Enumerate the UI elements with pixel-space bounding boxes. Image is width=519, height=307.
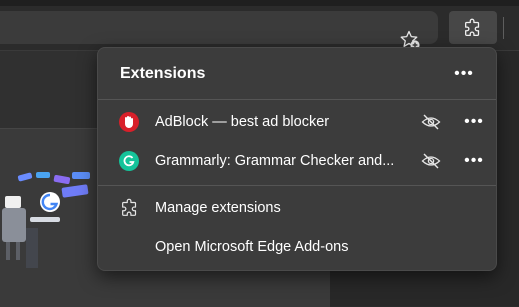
extensions-flyout: Extensions ••• AdBlock — best ad blocker… [97, 47, 497, 271]
eye-off-icon [421, 114, 441, 130]
extension-more-options-button[interactable]: ••• [460, 109, 488, 135]
extension-more-options-button[interactable]: ••• [460, 148, 488, 174]
open-edge-addons-item[interactable]: Open Microsoft Edge Add-ons [98, 228, 496, 266]
hide-from-toolbar-button[interactable] [417, 148, 445, 174]
flyout-more-options-button[interactable]: ••• [450, 61, 478, 87]
promo-illustration [2, 172, 90, 268]
grammarly-icon [119, 151, 139, 171]
manage-extensions-item[interactable]: Manage extensions [98, 189, 496, 227]
hide-from-toolbar-button[interactable] [417, 109, 445, 135]
puzzle-icon [122, 198, 137, 216]
extension-name: AdBlock — best ad blocker [155, 114, 330, 130]
extension-row-adblock[interactable]: AdBlock — best ad blocker ••• [98, 103, 496, 141]
extensions-divider [98, 185, 496, 186]
manage-extensions-label: Manage extensions [155, 200, 281, 216]
flyout-title: Extensions [120, 65, 206, 82]
puzzle-icon [465, 18, 480, 36]
flyout-header: Extensions ••• [98, 48, 496, 99]
title-strip [0, 0, 519, 6]
adblock-hand-icon [119, 112, 139, 132]
header-divider [98, 99, 496, 100]
more-horizontal-icon: ••• [454, 65, 474, 82]
toolbar-separator [503, 17, 504, 39]
extension-row-grammarly[interactable]: Grammarly: Grammar Checker and... ••• [98, 142, 496, 180]
more-horizontal-icon: ••• [464, 113, 484, 130]
extensions-button[interactable] [449, 11, 497, 44]
more-horizontal-icon: ••• [464, 152, 484, 169]
open-edge-addons-label: Open Microsoft Edge Add-ons [155, 239, 349, 255]
address-bar[interactable] [0, 11, 438, 50]
eye-off-icon [421, 153, 441, 169]
extension-name: Grammarly: Grammar Checker and... [155, 153, 395, 169]
